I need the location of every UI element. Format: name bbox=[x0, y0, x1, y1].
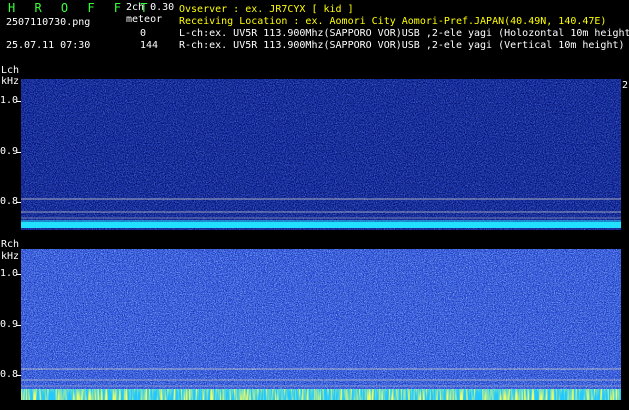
location-info: Receiving Location : ex. Aomori City Aom… bbox=[179, 16, 607, 27]
edge-label: 2 bbox=[622, 80, 629, 91]
rch-spectrogram bbox=[21, 249, 621, 400]
rch-receiver-info: R-ch:ex. UV5R 113.900Mhz(SAPPORO VOR)USB… bbox=[179, 40, 625, 51]
lch-receiver-info: L-ch:ex. UV5R 113.900Mhz(SAPPORO VOR)USB… bbox=[179, 28, 629, 39]
rch-unit-label: kHz bbox=[1, 251, 20, 262]
datetime-label: 25.07.11 07:30 bbox=[6, 40, 91, 51]
filename-label: 2507110730.png bbox=[6, 17, 91, 28]
version-label: 2ch 0.30 bbox=[126, 2, 175, 13]
meteor-count-lch: 0 bbox=[140, 28, 147, 39]
rch-label: Rch bbox=[1, 239, 20, 250]
observer-info: Ovserver : ex. JR7CYX [ kid ] bbox=[179, 4, 354, 15]
meteor-count-label: meteor bbox=[126, 14, 163, 25]
lch-unit-label: kHz bbox=[1, 76, 20, 87]
meteor-count-rch: 144 bbox=[140, 40, 159, 51]
lch-spectrogram bbox=[21, 79, 621, 230]
